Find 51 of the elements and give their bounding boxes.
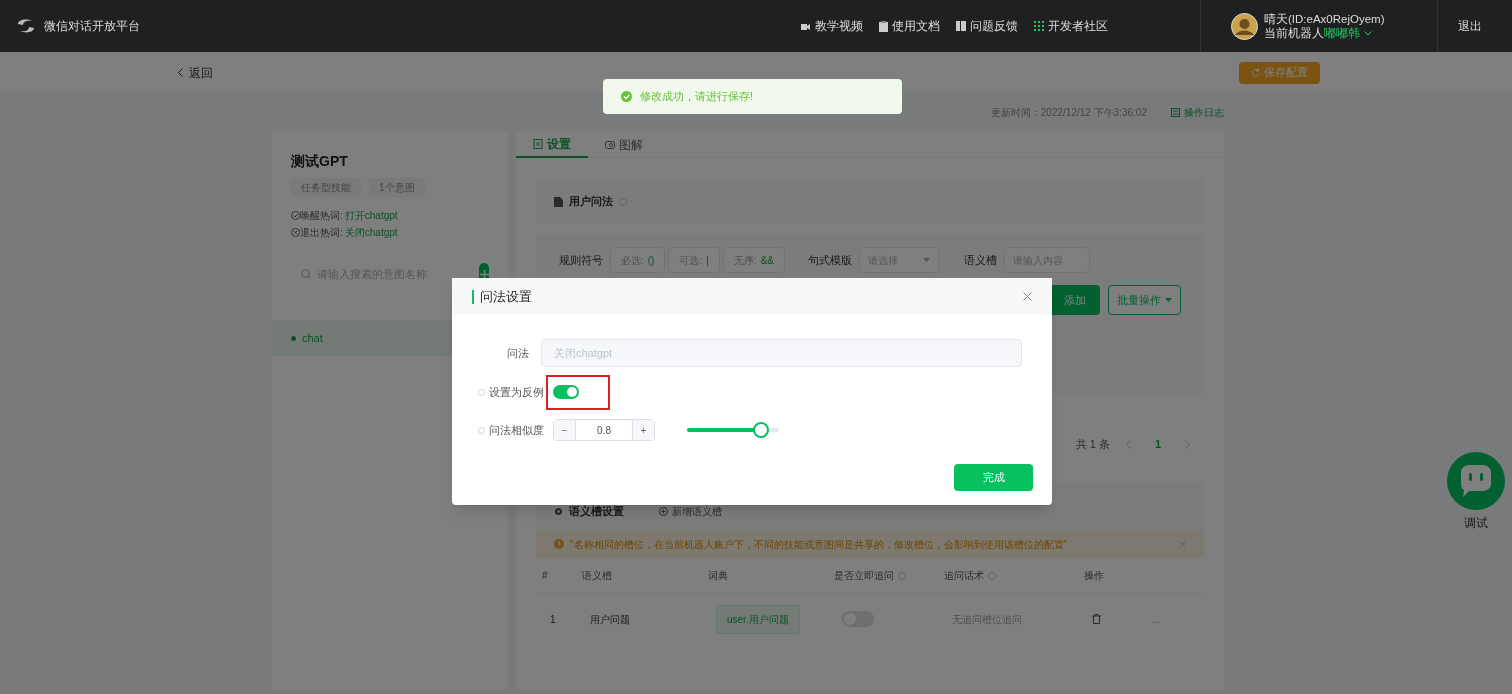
add-slot-link[interactable]: 新增语义槽 — [659, 503, 722, 519]
nav-link[interactable]: 使用文档 — [879, 17, 940, 35]
table-cell-text: 1 — [549, 612, 557, 627]
more-actions[interactable]: ... — [1152, 611, 1198, 627]
alert-text: "名称相同的槽位，在当前机器人账户下，不同的技能或意图间是共享的，修改槽位，会影响到使用该槽位的配置" — [570, 537, 1068, 552]
wake-label: 唤醒热词: — [300, 209, 343, 223]
nav-link[interactable]: 教学视频 — [800, 17, 863, 35]
field-label: 设置为反例 — [489, 384, 544, 400]
column-header: # — [542, 569, 548, 583]
total-count: 共 1 条 — [1075, 436, 1110, 452]
tab[interactable]: 图解 — [588, 131, 660, 158]
logo-text: 微信对话开放平台 — [44, 18, 140, 35]
nav-link[interactable]: 开发者社区 — [1034, 17, 1108, 35]
field-label: 问法相似度 — [489, 422, 544, 438]
column-header: 词典 — [708, 569, 728, 583]
logout-link[interactable]: 退出 — [1458, 17, 1482, 35]
nav-link[interactable]: 问题反馈 — [956, 17, 1018, 35]
column-header: 操作 — [1084, 569, 1104, 583]
operation-log-link[interactable]: 操作日志 — [1171, 105, 1224, 120]
batch-operation-button[interactable]: 批量操作 — [1108, 285, 1181, 315]
save-config-button[interactable]: 保存配置 — [1239, 61, 1320, 84]
back-link[interactable]: 返回 — [178, 63, 213, 82]
section-title: 用户问法 — [569, 194, 613, 210]
template-label: 句式模版 — [807, 252, 852, 268]
exit-label: 退出热词: — [300, 226, 343, 240]
page-number[interactable]: 1 — [1146, 435, 1169, 453]
exit-word: 关闭chatgpt — [344, 226, 398, 240]
table-cell-text: 用户问题 — [590, 612, 631, 627]
robot-selector[interactable]: 嘟嘟韩 — [1324, 26, 1372, 40]
tab[interactable]: 设置 — [516, 131, 588, 158]
dictionary-tag: user.用户问题 — [716, 604, 800, 634]
stepper-value: 0.8 — [596, 423, 612, 438]
section-title: 语义槽设置 — [569, 503, 624, 519]
toast-text: 修改成功，请进行保存! — [640, 89, 754, 105]
wake-word: 打开chatgpt — [344, 209, 398, 223]
dialog-title: 问法设置 — [480, 287, 532, 306]
field-label: 问法 — [507, 346, 529, 359]
column-header: 是否立即追问 — [834, 569, 894, 583]
rules-label: 规则符号 — [559, 252, 603, 268]
number-stepper[interactable]: − 0.8 + — [553, 419, 655, 441]
column-header: 语义槽 — [582, 569, 612, 583]
intent-name: chat — [302, 330, 323, 346]
minus-button[interactable]: − — [554, 420, 576, 440]
done-button[interactable]: 完成 — [954, 464, 1033, 491]
plus-button[interactable]: + — [632, 420, 654, 440]
column-header: 追问话术 — [944, 569, 984, 583]
robot-label: 当前机器人 — [1264, 26, 1324, 40]
debug-label: 调试 — [1464, 515, 1488, 532]
skill-title: 测试GPT — [291, 152, 349, 171]
user-name: 晴天(ID:eAx0RejOyem) — [1264, 12, 1385, 26]
slot-label: 语义槽 — [963, 252, 997, 268]
